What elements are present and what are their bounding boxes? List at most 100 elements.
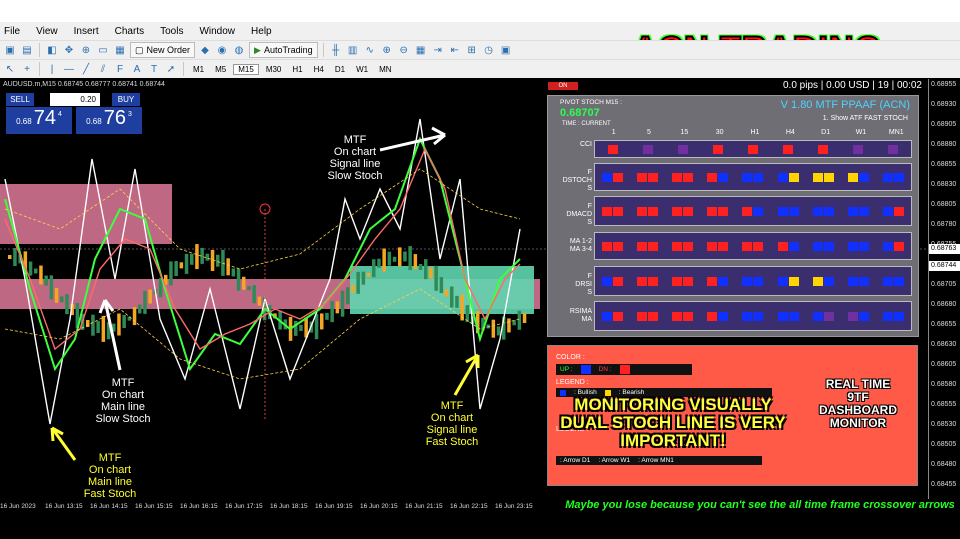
price-tick: 0.68880 <box>931 141 957 148</box>
bottom-note: Maybe you lose because you can't see the… <box>565 499 955 511</box>
signal-square <box>672 276 683 286</box>
signal-square <box>893 172 904 182</box>
signal-square <box>712 144 723 154</box>
dashboard-cell[interactable] <box>806 141 841 157</box>
price-tick: 0.68680 <box>931 301 957 308</box>
dashboard-cell[interactable] <box>630 302 665 330</box>
tf-header: D1 <box>821 129 831 136</box>
dashboard-cell[interactable] <box>700 233 735 259</box>
dashboard-cell[interactable] <box>841 197 876 225</box>
tf-header: W1 <box>855 129 867 136</box>
dashboard-cell[interactable] <box>630 164 665 190</box>
dashboard-cell[interactable] <box>595 302 630 330</box>
dashboard-cell[interactable] <box>806 233 841 259</box>
dashboard-mode[interactable]: 1. Show ATF FAST STOCH <box>823 115 908 122</box>
dashboard-cell[interactable] <box>771 302 806 330</box>
dashboard-cell[interactable] <box>665 267 700 295</box>
dashboard-cell[interactable] <box>735 164 770 190</box>
time-tick: 16 Jun 17:15 <box>225 502 263 510</box>
time-axis: 16 Jun 2023 16 Jun 13:15 16 Jun 14:15 16 Ju… <box>0 499 540 513</box>
signal-square <box>823 311 834 321</box>
dashboard-cell[interactable] <box>876 141 911 157</box>
dashboard-cell[interactable] <box>630 233 665 259</box>
dashboard-cell[interactable] <box>771 197 806 225</box>
dashboard-cell[interactable] <box>700 141 735 157</box>
dashboard-cell[interactable] <box>595 197 630 225</box>
signal-square <box>602 311 613 321</box>
dashboard-cell[interactable] <box>771 141 806 157</box>
dashboard-cell[interactable] <box>630 267 665 295</box>
dashboard-cell[interactable] <box>876 164 911 190</box>
dashboard-cell[interactable] <box>806 197 841 225</box>
signal-square <box>788 206 799 216</box>
dashboard-row-label: F DMACD S <box>566 203 592 226</box>
signal-square <box>707 276 718 286</box>
dashboard-cell[interactable] <box>700 302 735 330</box>
dashboard-cell[interactable] <box>876 302 911 330</box>
dashboard-cell[interactable] <box>595 233 630 259</box>
dashboard-cell[interactable] <box>700 164 735 190</box>
dashboard-row-label: RSIMA MA <box>569 308 592 323</box>
dashboard-cell[interactable] <box>595 164 630 190</box>
signal-square <box>812 241 823 251</box>
price-tag-bid: 0.68763 <box>929 244 960 254</box>
dashboard-cell[interactable] <box>841 267 876 295</box>
dashboard-cell[interactable] <box>735 267 770 295</box>
dashboard-cell[interactable] <box>771 267 806 295</box>
dashboard-cell[interactable] <box>665 302 700 330</box>
dashboard-cell[interactable] <box>841 141 876 157</box>
signal-square <box>707 172 718 182</box>
signal-square <box>812 311 823 321</box>
dashboard-cell[interactable] <box>700 197 735 225</box>
dashboard-cell[interactable] <box>876 267 911 295</box>
signal-square <box>823 206 834 216</box>
signal-square <box>742 206 753 216</box>
dashboard-cell[interactable] <box>595 267 630 295</box>
dashboard-cell[interactable] <box>665 164 700 190</box>
signal-square <box>847 241 858 251</box>
signal-square <box>858 206 869 216</box>
dashboard-cell[interactable] <box>665 141 700 157</box>
signal-square <box>882 206 893 216</box>
tf-header: MN1 <box>888 129 904 136</box>
dashboard-cell[interactable] <box>841 233 876 259</box>
dashboard-cell[interactable] <box>700 267 735 295</box>
price-tick: 0.68530 <box>931 421 957 428</box>
dashboard-cell[interactable] <box>841 302 876 330</box>
dashboard-row-label: F DRSI S <box>575 273 592 296</box>
signal-square <box>847 311 858 321</box>
dashboard-cell[interactable] <box>735 197 770 225</box>
signal-square <box>672 311 683 321</box>
dashboard-cell[interactable] <box>735 302 770 330</box>
dashboard-cell[interactable] <box>806 267 841 295</box>
signal-square <box>602 276 613 286</box>
dashboard-cell[interactable] <box>806 164 841 190</box>
dashboard-cell[interactable] <box>771 164 806 190</box>
dashboard-cell[interactable] <box>735 141 770 157</box>
signal-square <box>783 144 794 154</box>
signal-square <box>613 276 624 286</box>
dashboard-cell[interactable] <box>595 141 630 157</box>
price-tick: 0.68580 <box>931 381 957 388</box>
dashboard-cell[interactable] <box>806 302 841 330</box>
signal-square <box>683 206 694 216</box>
signal-square <box>823 276 834 286</box>
signal-square <box>893 241 904 251</box>
dashboard-cell[interactable] <box>735 233 770 259</box>
signal-square <box>718 276 729 286</box>
signal-square <box>753 276 764 286</box>
dashboard-on-toggle[interactable]: ON <box>548 82 578 90</box>
dashboard-cell[interactable] <box>665 233 700 259</box>
dashboard-cell[interactable] <box>771 233 806 259</box>
signal-square <box>777 276 788 286</box>
time-tick: 16 Jun 16:15 <box>180 502 218 510</box>
signal-square <box>823 172 834 182</box>
dashboard-cell[interactable] <box>630 197 665 225</box>
dashboard-cell[interactable] <box>665 197 700 225</box>
dashboard-cell[interactable] <box>876 197 911 225</box>
dashboard-cell[interactable] <box>876 233 911 259</box>
signal-square <box>683 172 694 182</box>
price-tick: 0.68555 <box>931 401 957 408</box>
dashboard-cell[interactable] <box>841 164 876 190</box>
dashboard-cell[interactable] <box>630 141 665 157</box>
